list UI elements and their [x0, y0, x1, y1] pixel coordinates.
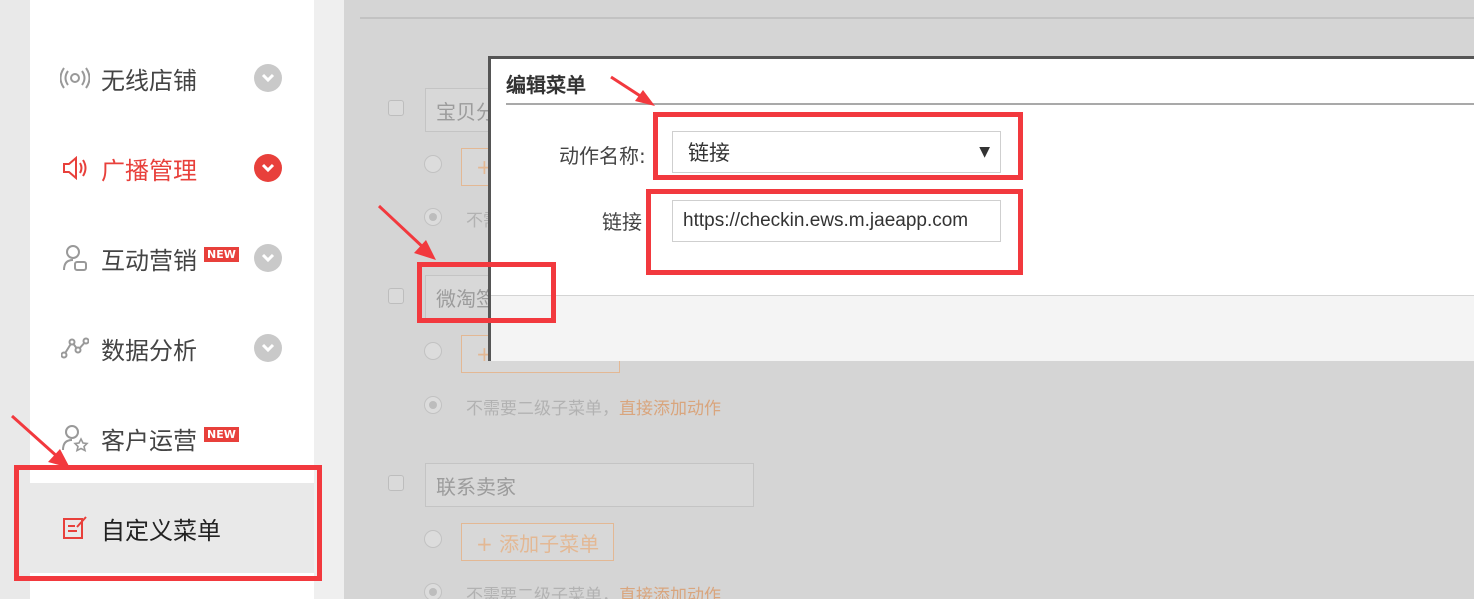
annotation-arrows	[10, 75, 655, 468]
